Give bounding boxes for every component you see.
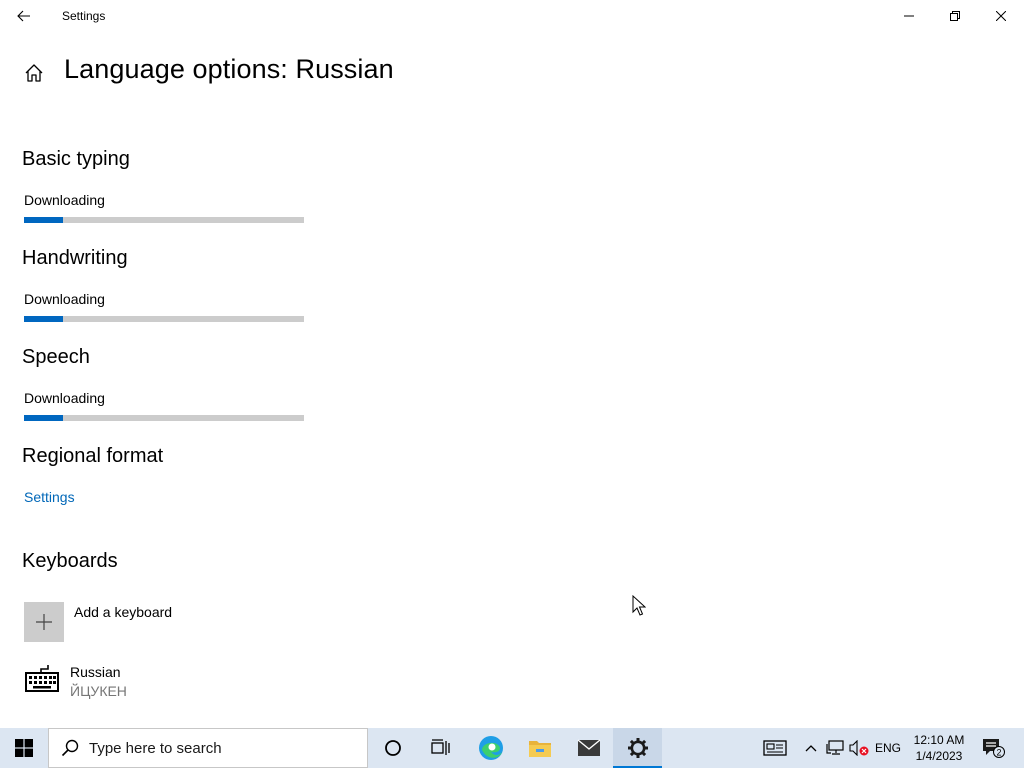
handwriting-progress-fill [24,316,64,322]
speech-heading: Speech [22,346,90,368]
task-view-button[interactable] [416,728,465,768]
restore-icon [950,11,960,21]
file-explorer-icon [528,741,551,757]
clock-date: 1/4/2023 [915,749,963,763]
cortana-button[interactable] [368,728,417,768]
minimize-button[interactable] [886,0,932,32]
regional-format-heading: Regional format [22,445,164,467]
mail-icon [577,739,600,756]
handwriting-status: Downloading [24,291,105,307]
cortana-icon [384,740,401,756]
volume-muted-icon [849,740,869,756]
basic-typing-status: Downloading [24,192,105,208]
news-icon [763,740,787,756]
speech-progress [24,415,304,421]
input-language-indicator[interactable]: ENG [875,741,901,755]
close-button[interactable] [978,0,1024,32]
keyboards-heading: Keyboards [22,550,118,572]
close-icon [996,11,1006,21]
keyboard-name: Russian [70,664,121,680]
action-center-button[interactable]: 2 [978,728,1008,768]
speech-status: Downloading [24,390,105,406]
search-placeholder: Type here to search [89,739,222,757]
edge-icon [478,736,503,760]
action-center-icon: 2 [983,739,1005,758]
restore-button[interactable] [932,0,978,32]
show-hidden-icons-button[interactable] [800,728,822,768]
speech-progress-fill [24,415,64,421]
news-button[interactable] [758,728,792,768]
volume-button[interactable] [848,728,870,768]
plus-icon [36,614,52,630]
basic-typing-progress-fill [24,217,64,223]
file-explorer-taskbar-button[interactable] [515,728,564,768]
title-bar: Settings [0,0,1024,32]
taskbar-clock[interactable]: 12:10 AM 1/4/2023 [904,732,974,764]
back-arrow-icon [17,10,30,22]
chevron-up-icon [805,745,817,752]
mouse-cursor-icon [632,595,646,616]
search-icon [61,738,81,758]
edge-taskbar-button[interactable] [466,728,515,768]
minimize-icon [904,15,914,17]
back-button[interactable] [8,4,40,28]
taskbar: Type here to search ENG 12:10 AM 1/4/202… [0,728,1024,768]
handwriting-progress [24,316,304,322]
home-button[interactable] [22,61,46,85]
task-view-icon [430,739,450,755]
notification-count: 2 [996,748,1001,758]
home-icon [25,64,43,82]
page-title: Language options: Russian [64,54,394,84]
handwriting-heading: Handwriting [22,247,128,269]
mail-taskbar-button[interactable] [564,728,613,768]
keyboard-layout: ЙЦУКЕН [70,683,127,699]
settings-taskbar-button[interactable] [613,728,662,768]
clock-time: 12:10 AM [913,733,965,747]
regional-format-settings-link[interactable]: Settings [24,489,75,505]
network-button[interactable] [824,728,846,768]
basic-typing-heading: Basic typing [22,148,130,170]
window-title: Settings [62,9,106,23]
gear-icon [627,738,648,758]
add-keyboard-label[interactable]: Add a keyboard [74,604,172,620]
network-icon [826,740,844,755]
start-button[interactable] [0,728,48,768]
keyboard-icon [25,665,59,692]
taskbar-search-box[interactable]: Type here to search [48,728,368,768]
basic-typing-progress [24,217,304,223]
add-keyboard-button[interactable] [24,602,64,642]
windows-logo-icon [15,739,33,757]
